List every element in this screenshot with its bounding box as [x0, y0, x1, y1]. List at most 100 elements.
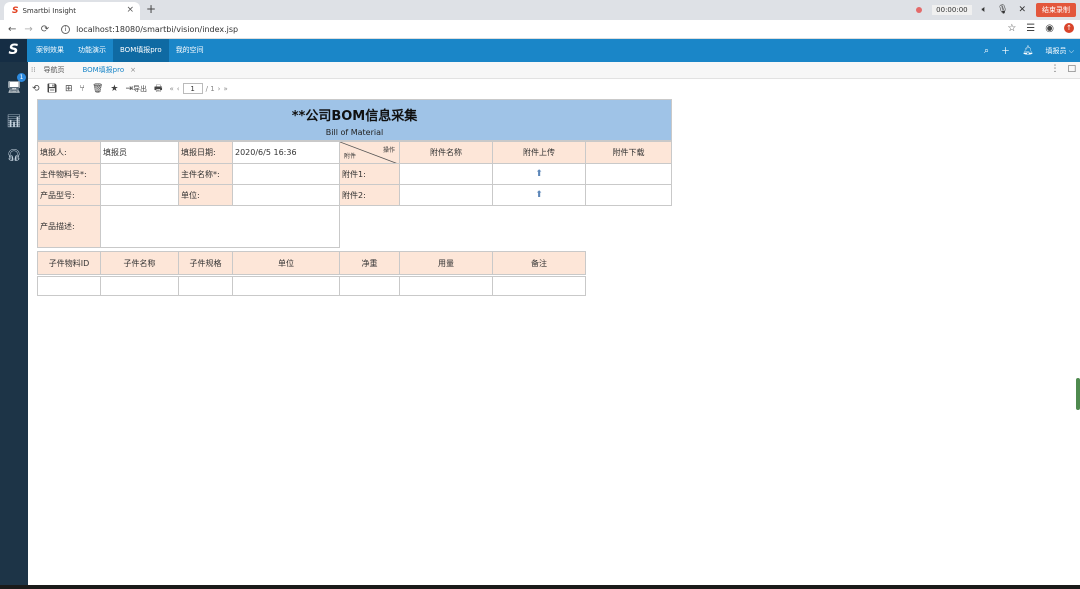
- tree-icon[interactable]: ⑂: [80, 84, 85, 94]
- child-row-id[interactable]: [37, 276, 101, 296]
- tab-bom-close-icon[interactable]: ×: [130, 66, 136, 74]
- url-text: localhost:18080/smartbi/vision/index.jsp: [76, 24, 239, 34]
- child-row-remark[interactable]: [492, 276, 586, 296]
- child-col-remark: 备注: [492, 251, 586, 275]
- window-bottom-edge: [0, 585, 1080, 589]
- print-icon[interactable]: 🖶︎: [154, 81, 163, 97]
- browser-tab-title: Smartbi Insight: [22, 7, 76, 15]
- attach-row1-name[interactable]: [399, 163, 493, 185]
- desc-input[interactable]: [100, 205, 340, 248]
- attach-row2-label: 附件2:: [339, 184, 400, 206]
- tab-navigation[interactable]: 导航页: [43, 65, 64, 75]
- top-menu: 案例效果 功能演示 BOM填报pro 我的空间: [29, 39, 211, 62]
- profile-icon[interactable]: ◉: [1045, 23, 1054, 34]
- update-icon[interactable]: ↑: [1064, 23, 1074, 33]
- child-row-weight[interactable]: [339, 276, 400, 296]
- attach-row2-name[interactable]: [399, 184, 493, 206]
- user-menu[interactable]: 填报员 ⌵: [1045, 46, 1074, 56]
- export-icon: ⇥: [125, 83, 133, 94]
- insert-row-icon[interactable]: ⊞: [65, 84, 73, 94]
- child-row-name[interactable]: [100, 276, 179, 296]
- close-icon[interactable]: ✕: [1018, 5, 1026, 15]
- maximize-icon[interactable]: □: [1067, 64, 1076, 74]
- search-icon[interactable]: ⌕: [984, 46, 989, 56]
- main-name-input[interactable]: [232, 163, 340, 185]
- favorite-star-icon[interactable]: ★: [110, 84, 118, 94]
- save-icon[interactable]: 💾︎: [47, 84, 58, 94]
- sidebar-headset-icon[interactable]: 🎧︎: [0, 142, 28, 168]
- header-actions: ⌕ ＋ 🔔︎ 填报员 ⌵: [984, 39, 1074, 62]
- page-input[interactable]: 1: [182, 83, 203, 94]
- diag-attachment-label: 附件: [344, 153, 357, 160]
- forward-icon[interactable]: →: [24, 24, 32, 35]
- export-button[interactable]: ⇥导出: [125, 84, 147, 94]
- browser-tab-strip: S Smartbi Insight × + 00:00:00 🔈︎ 🎙︎ ✕ 结…: [0, 0, 1080, 20]
- main-name-label: 主件名称*:: [178, 163, 233, 185]
- microphone-icon[interactable]: 🎙︎: [997, 5, 1008, 15]
- desc-label: 产品描述:: [37, 205, 101, 248]
- menu-bom-pro[interactable]: BOM填报pro: [113, 39, 169, 62]
- new-tab-button[interactable]: +: [146, 2, 156, 16]
- notification-badge: 1: [17, 73, 26, 82]
- attach-upload-header: 附件上传: [492, 141, 586, 164]
- main-id-input[interactable]: [100, 163, 179, 185]
- child-col-weight: 净重: [339, 251, 400, 275]
- child-row-spec[interactable]: [178, 276, 233, 296]
- app-header: S 案例效果 功能演示 BOM填报pro 我的空间 ⌕ ＋ 🔔︎ 填报员 ⌵: [0, 39, 1080, 62]
- add-icon[interactable]: ＋: [1001, 44, 1010, 57]
- child-row-qty[interactable]: [399, 276, 493, 296]
- report-title-block: **公司BOM信息采集 Bill of Material: [37, 99, 672, 141]
- url-field[interactable]: i localhost:18080/smartbi/vision/index.j…: [61, 24, 239, 34]
- sidebar-chart-icon[interactable]: 📊︎: [0, 108, 28, 134]
- attach-row2-download[interactable]: [585, 184, 672, 206]
- more-icon[interactable]: ⋮: [1050, 64, 1059, 74]
- recording-controls: 00:00:00 🔈︎ 🎙︎ ✕ 结束录制: [916, 2, 1080, 18]
- scrollbar-thumb[interactable]: [1076, 378, 1080, 410]
- menu-case-effects[interactable]: 案例效果: [29, 39, 71, 62]
- child-col-id: 子件物料ID: [37, 251, 101, 275]
- main-id-label: 主件物料号*:: [37, 163, 101, 185]
- menu-feature-demo[interactable]: 功能演示: [71, 39, 113, 62]
- report-title: **公司BOM信息采集: [291, 109, 418, 124]
- first-page-icon[interactable]: «: [170, 85, 174, 93]
- speaker-icon[interactable]: 🔈︎: [982, 5, 987, 15]
- report-subtitle: Bill of Material: [325, 128, 384, 137]
- attach-row1-download[interactable]: [585, 163, 672, 185]
- attach-row2-upload[interactable]: ⬆: [492, 184, 586, 206]
- bookmark-star-icon[interactable]: ☆: [1007, 23, 1016, 34]
- last-page-icon[interactable]: »: [223, 85, 227, 93]
- bell-icon[interactable]: 🔔︎: [1022, 46, 1033, 56]
- child-row-unit[interactable]: [232, 276, 340, 296]
- browser-actions: ☆ ☰ ◉ ↑: [1007, 23, 1074, 34]
- tab-close-icon[interactable]: ×: [126, 5, 134, 15]
- date-value[interactable]: 2020/6/5 16:36: [232, 141, 340, 164]
- upload-arrow-icon[interactable]: ⬆: [535, 190, 543, 200]
- unit-input[interactable]: [232, 184, 340, 206]
- reload-icon[interactable]: ⟳: [41, 24, 49, 35]
- delete-icon[interactable]: 🗑︎: [92, 84, 103, 94]
- back-icon[interactable]: ←: [8, 24, 16, 35]
- prev-page-icon[interactable]: ‹: [177, 85, 180, 93]
- attachment-diagonal-header: 操作 附件: [339, 141, 400, 164]
- tab-bom-pro[interactable]: BOM填报pro: [82, 65, 124, 75]
- model-input[interactable]: [100, 184, 179, 206]
- info-icon[interactable]: i: [61, 24, 71, 34]
- filler-value[interactable]: 填报员: [100, 141, 179, 164]
- menu-my-space[interactable]: 我的空间: [169, 39, 211, 62]
- smartbi-favicon-icon: S: [12, 6, 19, 16]
- tabs-grip-icon[interactable]: ⁞⁞: [31, 66, 35, 74]
- browser-tab[interactable]: S Smartbi Insight ×: [4, 2, 140, 20]
- child-col-unit: 单位: [232, 251, 340, 275]
- end-recording-button[interactable]: 结束录制: [1036, 3, 1076, 17]
- page-tabs-actions: ⋮ □: [1050, 64, 1076, 74]
- reading-list-icon[interactable]: ☰: [1026, 23, 1035, 34]
- attach-name-header: 附件名称: [399, 141, 493, 164]
- attach-row1-upload[interactable]: ⬆: [492, 163, 586, 185]
- smartbi-logo[interactable]: S: [0, 39, 27, 62]
- child-col-name: 子件名称: [100, 251, 179, 275]
- refresh-icon[interactable]: ⟲: [32, 84, 40, 94]
- child-col-spec: 子件规格: [178, 251, 233, 275]
- next-page-icon[interactable]: ›: [218, 85, 221, 93]
- left-sidebar: 🖥︎ 1 📊︎ 🎧︎: [0, 62, 28, 589]
- upload-arrow-icon[interactable]: ⬆: [535, 169, 543, 179]
